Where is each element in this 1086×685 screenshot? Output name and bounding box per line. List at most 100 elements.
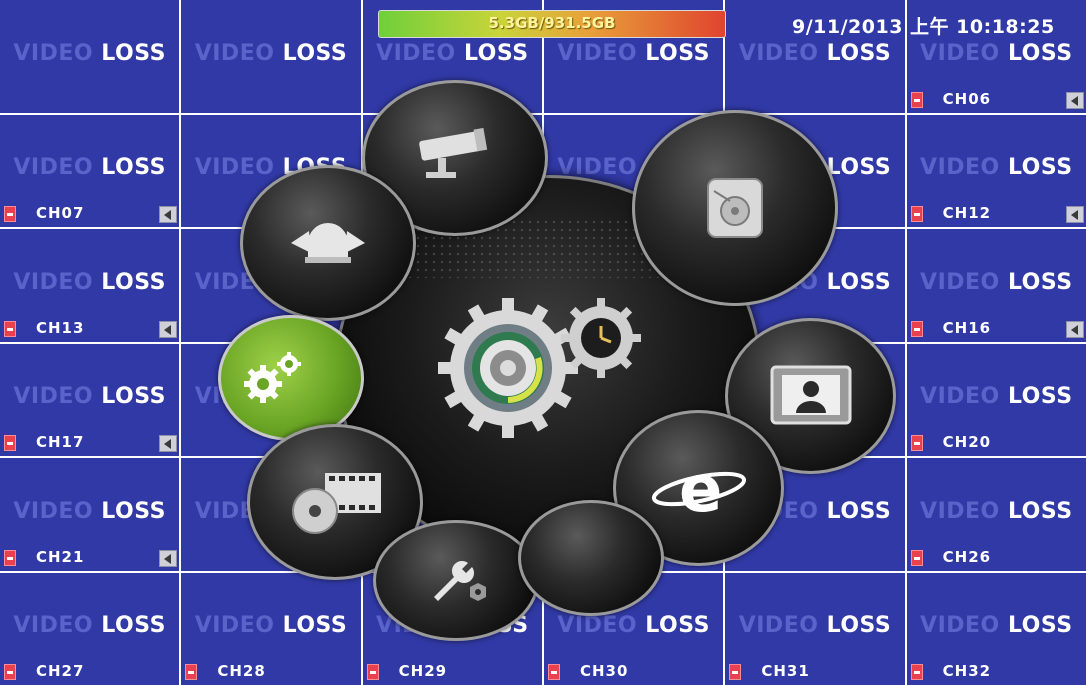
video-loss-bright-text: LOSS [645, 613, 710, 638]
camera-cell[interactable]: VIDEO LOSS [0, 0, 180, 113]
video-loss-dim-text: VIDEO [13, 40, 94, 66]
channel-label: CH13 [36, 318, 85, 337]
camera-cell[interactable]: VIDEO LOSS CH28 [181, 572, 361, 685]
video-loss-bright-text: LOSS [826, 40, 892, 66]
video-loss-label: VIDEO LOSS [907, 41, 1086, 66]
camera-cell[interactable]: VIDEO LOSS CH31 [725, 572, 905, 685]
record-film-icon [910, 435, 923, 451]
camera-cell[interactable]: VIDEO LOSS CH20 [906, 343, 1086, 456]
video-loss-bright-text: LOSS [101, 613, 166, 638]
channel-label: CH31 [761, 662, 810, 680]
channel-bar: CH13 [0, 319, 179, 340]
camera-cell[interactable]: VIDEO LOSS CH21 [0, 458, 180, 571]
record-film-icon [185, 664, 198, 680]
record-film-icon [910, 91, 923, 108]
video-loss-bright-text: LOSS [101, 155, 166, 180]
video-loss-dim-text: VIDEO [920, 40, 1000, 66]
menu-item-system-settings[interactable] [218, 315, 364, 441]
record-film-icon [910, 206, 923, 222]
camera-cell[interactable]: VIDEO LOSS CH13 [0, 229, 180, 342]
video-loss-dim-text: VIDEO [13, 269, 94, 295]
channel-label: CH28 [217, 662, 266, 680]
video-loss-bright-text: LOSS [1007, 384, 1073, 409]
video-loss-bright-text: LOSS [826, 269, 892, 295]
channel-bar: CH26 [907, 548, 1086, 569]
channel-label: CH07 [36, 204, 85, 222]
camera-cell[interactable]: VIDEO LOSS CH32 [906, 572, 1086, 685]
main-settings-icon [438, 298, 641, 438]
video-loss-label: VIDEO LOSS [907, 270, 1086, 295]
display-icon [770, 365, 851, 425]
video-loss-label: VIDEO LOSS [725, 41, 904, 66]
video-loss-label: VIDEO LOSS [363, 41, 542, 66]
audio-speaker-icon[interactable] [1065, 91, 1084, 109]
video-loss-label: VIDEO LOSS [0, 270, 179, 295]
menu-item-blank [518, 500, 664, 616]
video-loss-dim-text: VIDEO [13, 155, 94, 180]
video-loss-label: VIDEO LOSS [544, 41, 723, 66]
video-loss-bright-text: LOSS [282, 40, 348, 66]
video-loss-dim-text: VIDEO [13, 498, 94, 524]
video-loss-label: VIDEO LOSS [0, 499, 179, 524]
channel-bar: CH06 [907, 90, 1086, 111]
channel-bar: CH31 [725, 662, 904, 683]
record-film-icon [4, 549, 16, 566]
camera-cell[interactable]: VIDEO LOSS [181, 0, 361, 113]
video-loss-bright-text: LOSS [1007, 613, 1073, 638]
menu-item-storage[interactable] [632, 110, 838, 306]
menu-item-tools[interactable] [373, 520, 539, 641]
channel-label: CH29 [398, 662, 448, 680]
record-film-icon [4, 435, 16, 451]
camera-cell[interactable]: VIDEO LOSS CH16 [906, 229, 1086, 342]
channel-bar: CH28 [181, 662, 360, 683]
channel-bar: CH21 [0, 548, 179, 569]
video-loss-bright-text: LOSS [1007, 40, 1073, 66]
camera-cell[interactable]: VIDEO LOSS CH17 [0, 343, 180, 456]
channel-bar: CH17 [0, 433, 179, 454]
video-loss-label: VIDEO LOSS [181, 613, 360, 638]
channel-label: CH27 [36, 662, 85, 680]
camera-cell[interactable]: VIDEO LOSS CH27 [0, 572, 180, 685]
channel-label: CH06 [942, 89, 992, 108]
video-loss-label: VIDEO LOSS [0, 155, 179, 180]
channel-bar: CH32 [907, 662, 1086, 683]
audio-speaker-icon[interactable] [1065, 206, 1084, 223]
record-film-icon [366, 664, 379, 680]
camera-cell[interactable]: VIDEO LOSS CH12 [906, 114, 1086, 227]
video-loss-dim-text: VIDEO [920, 498, 1000, 524]
video-loss-label: VIDEO LOSS [907, 384, 1086, 409]
network-icon: e [651, 453, 746, 523]
menu-item-alarm[interactable] [240, 165, 416, 321]
video-loss-label: VIDEO LOSS [907, 613, 1086, 638]
audio-speaker-icon[interactable] [159, 435, 178, 452]
camera-cell[interactable]: VIDEO LOSS CH26 [906, 458, 1086, 571]
channel-bar: CH07 [0, 204, 179, 225]
record-film-icon [910, 320, 923, 337]
video-loss-bright-text: LOSS [826, 613, 892, 638]
record-film-icon [910, 549, 923, 566]
video-loss-dim-text: VIDEO [920, 384, 1000, 409]
playback-icon [292, 473, 381, 534]
video-loss-bright-text: LOSS [101, 269, 166, 295]
camera-cell[interactable]: VIDEO LOSS CH07 [0, 114, 180, 227]
audio-speaker-icon[interactable] [159, 549, 178, 567]
channel-bar: CH12 [907, 204, 1086, 225]
video-loss-label: VIDEO LOSS [181, 41, 360, 66]
record-film-icon [547, 664, 560, 680]
video-loss-bright-text: LOSS [645, 40, 710, 66]
audio-speaker-icon[interactable] [159, 206, 178, 223]
hard-disk-icon [707, 178, 763, 238]
audio-speaker-icon[interactable] [159, 320, 178, 338]
channel-bar: CH27 [0, 662, 179, 683]
record-film-icon [729, 664, 742, 680]
video-loss-bright-text: LOSS [282, 613, 348, 638]
hdd-usage-text: 5.3GB/931.5GB [488, 14, 616, 32]
audio-speaker-icon[interactable] [1065, 320, 1084, 338]
video-loss-dim-text: VIDEO [738, 613, 819, 638]
video-loss-bright-text: LOSS [826, 155, 892, 180]
channel-label: CH16 [942, 318, 992, 337]
system-settings-icon [244, 352, 302, 403]
alarm-icon [291, 223, 365, 263]
video-loss-bright-text: LOSS [1007, 498, 1073, 524]
video-loss-bright-text: LOSS [101, 40, 166, 66]
